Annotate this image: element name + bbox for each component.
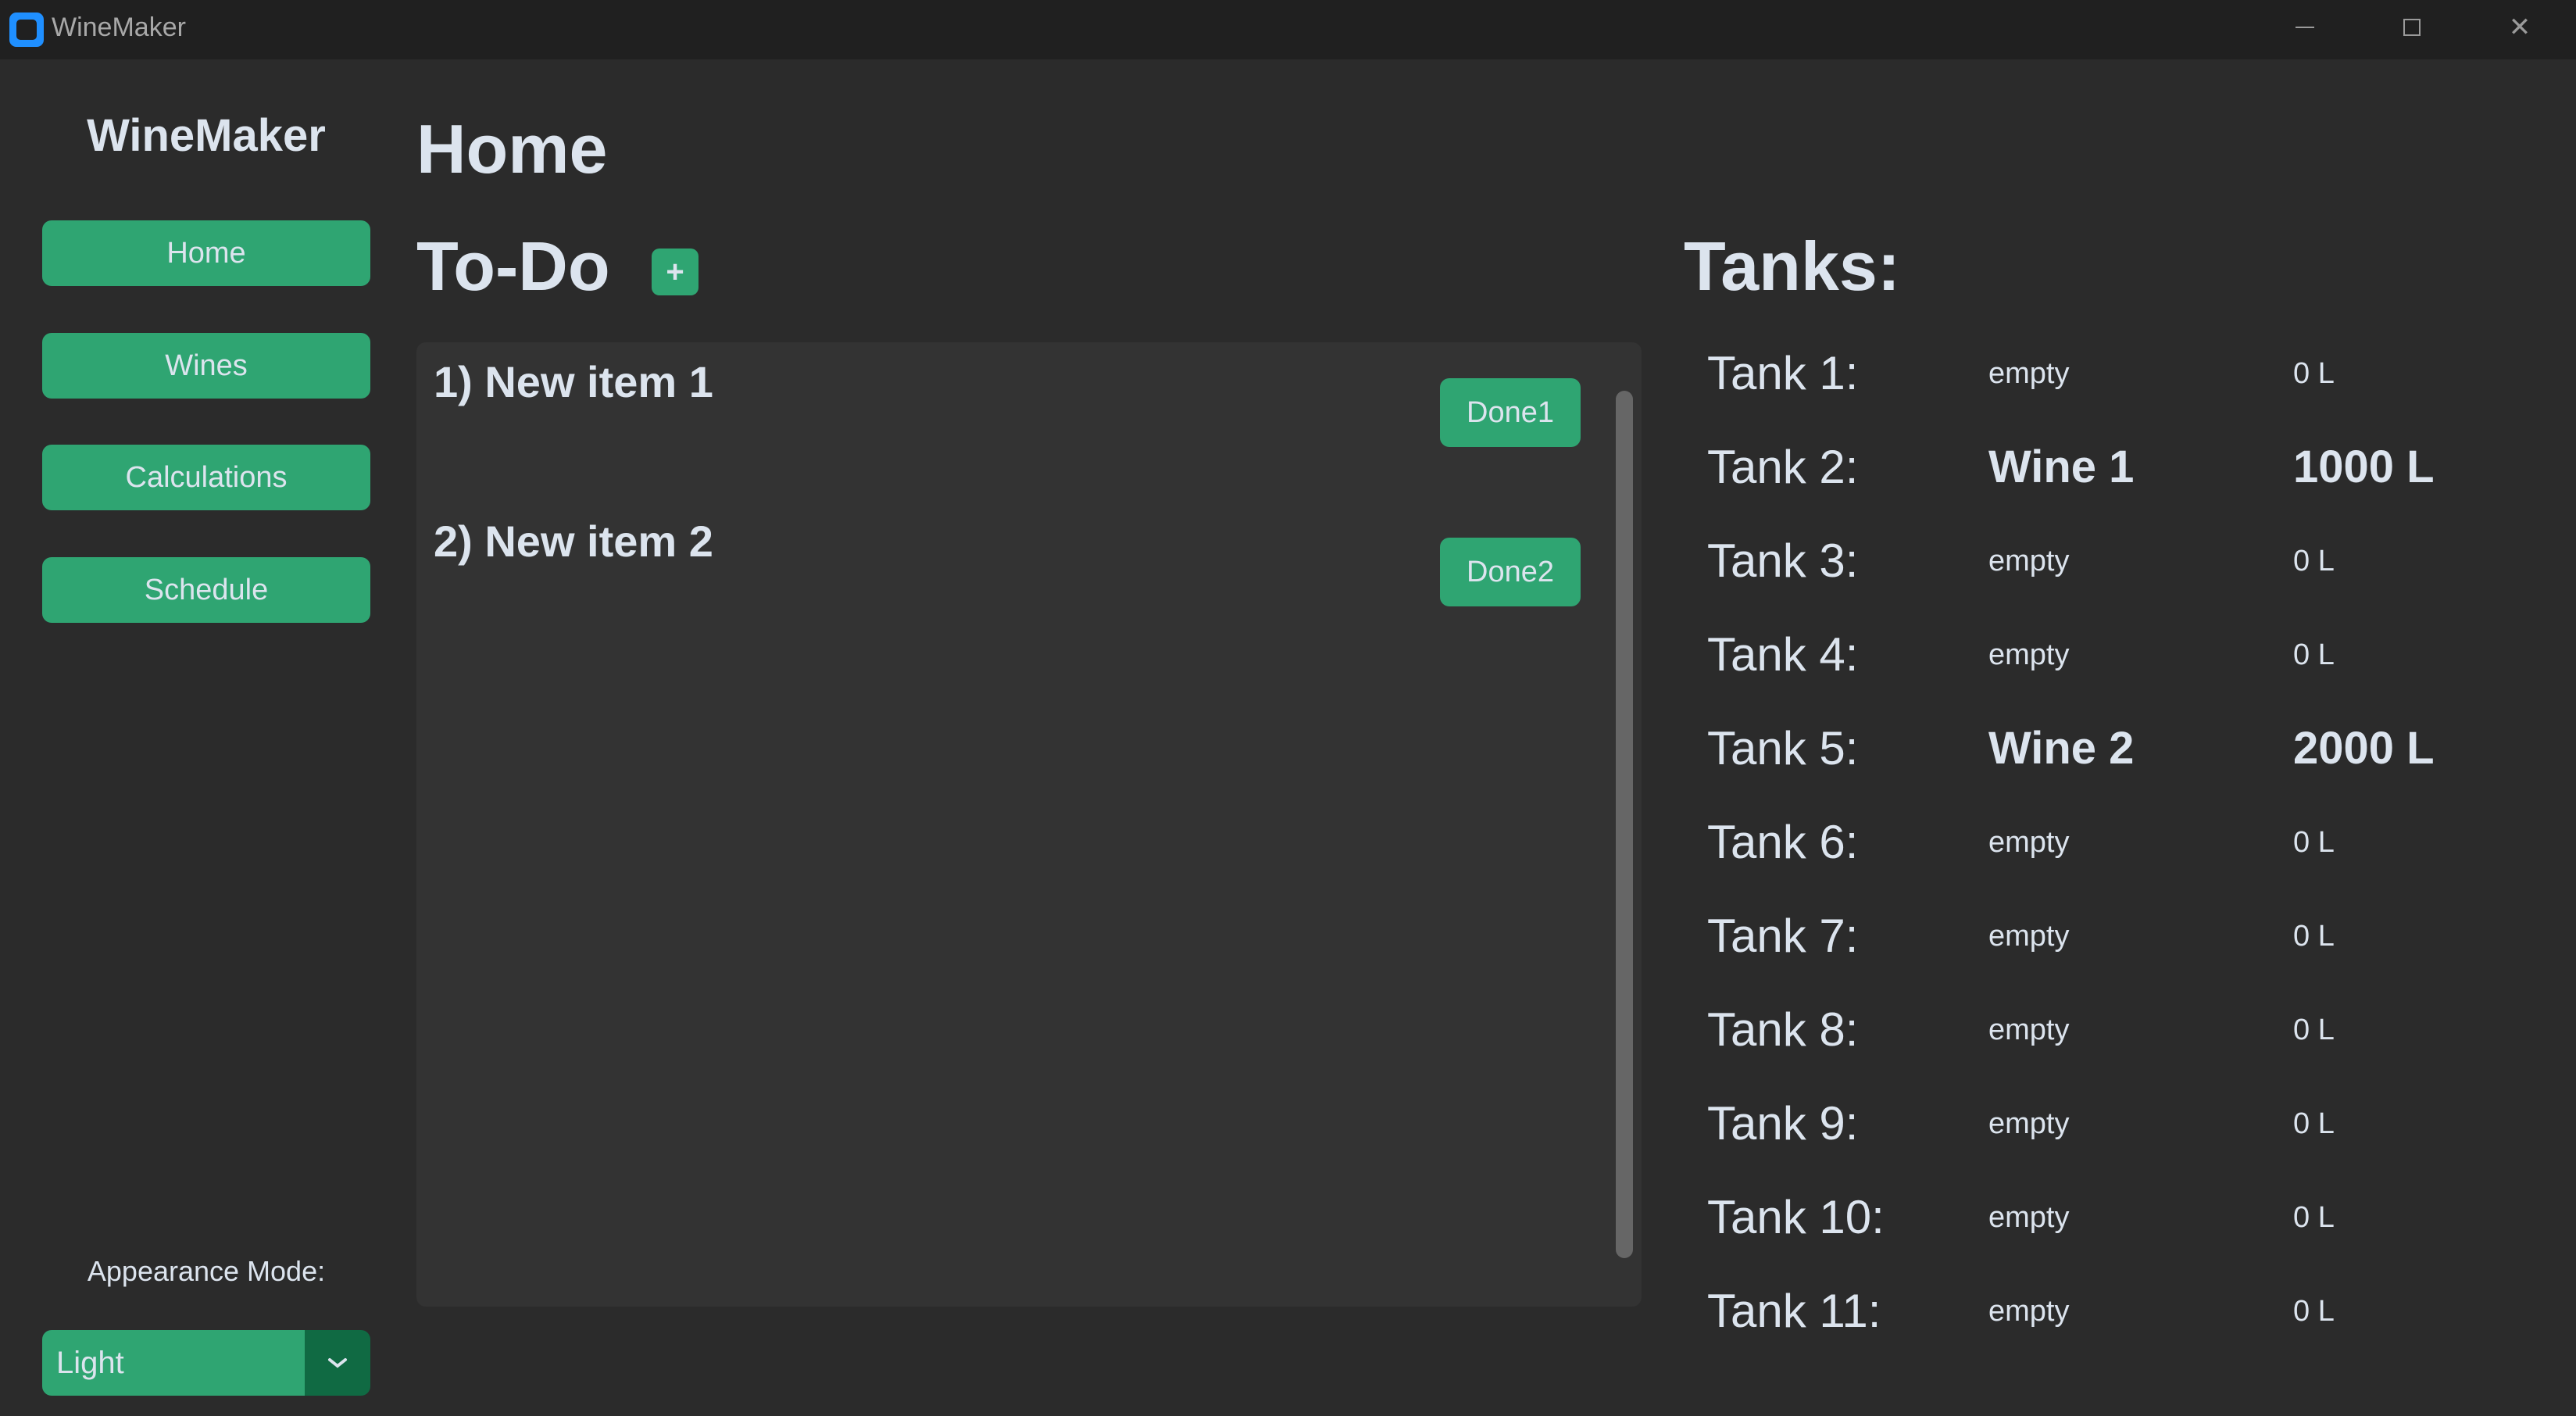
- tank-content: empty: [1988, 1107, 2070, 1140]
- tank-content: empty: [1988, 545, 2070, 577]
- tank-row: Tank 5: Wine 2 2000 L: [1707, 710, 2567, 788]
- tank-volume: 0 L: [2293, 357, 2335, 390]
- tank-name: Tank 4:: [1707, 628, 1859, 681]
- maximize-icon[interactable]: [2373, 0, 2451, 55]
- tank-volume: 0 L: [2293, 1107, 2335, 1140]
- tank-volume: 0 L: [2293, 920, 2335, 953]
- tank-content: empty: [1988, 1014, 2070, 1046]
- tank-volume: 0 L: [2293, 1201, 2335, 1234]
- app-icon: [9, 13, 44, 47]
- tank-name: Tank 3:: [1707, 535, 1859, 587]
- todo-item-text: 2) New item 2: [434, 517, 713, 566]
- appearance-mode-value[interactable]: Light: [42, 1330, 305, 1396]
- appearance-mode-label: Appearance Mode:: [87, 1255, 326, 1287]
- appearance-mode-select[interactable]: Light: [42, 1330, 370, 1396]
- tank-content: empty: [1988, 1295, 2070, 1328]
- tank-name: Tank 10:: [1707, 1191, 1885, 1243]
- minimize-icon[interactable]: [2266, 0, 2344, 55]
- tank-content: Wine 1: [1988, 442, 2135, 492]
- tank-row: Tank 7: empty 0 L: [1707, 897, 2567, 975]
- tank-volume: 1000 L: [2293, 442, 2435, 492]
- tank-row: Tank 10: empty 0 L: [1707, 1178, 2567, 1257]
- tank-content: empty: [1988, 920, 2070, 953]
- tank-volume: 0 L: [2293, 1014, 2335, 1046]
- nav-calculations-button[interactable]: Calculations: [42, 445, 370, 510]
- tank-row: Tank 1: empty 0 L: [1707, 334, 2567, 413]
- done-button-2[interactable]: Done2: [1440, 538, 1581, 606]
- todo-list: 1) New item 1 Done1 2) New item 2 Done2: [416, 342, 1642, 1307]
- tank-content: empty: [1988, 1201, 2070, 1234]
- page-title: Home: [416, 110, 608, 188]
- nav-wines-button[interactable]: Wines: [42, 333, 370, 399]
- todo-scrollbar[interactable]: [1616, 391, 1633, 1258]
- add-todo-button[interactable]: +: [652, 249, 698, 295]
- tank-name: Tank 1:: [1707, 347, 1859, 399]
- tank-row: Tank 3: empty 0 L: [1707, 522, 2567, 600]
- tank-name: Tank 7:: [1707, 910, 1859, 962]
- tank-content: empty: [1988, 638, 2070, 671]
- tank-volume: 2000 L: [2293, 723, 2435, 774]
- tank-name: Tank 9:: [1707, 1097, 1859, 1150]
- tank-volume: 0 L: [2293, 638, 2335, 671]
- tank-name: Tank 6:: [1707, 816, 1859, 868]
- tank-row: Tank 6: empty 0 L: [1707, 803, 2567, 881]
- window-title: WineMaker: [52, 13, 186, 42]
- tank-volume: 0 L: [2293, 1295, 2335, 1328]
- tanks-heading: Tanks:: [1684, 227, 1901, 305]
- nav-home-button[interactable]: Home: [42, 220, 370, 286]
- tank-content: empty: [1988, 826, 2070, 859]
- tank-row: Tank 8: empty 0 L: [1707, 991, 2567, 1069]
- tank-name: Tank 2:: [1707, 441, 1859, 493]
- sidebar-title: WineMaker: [87, 110, 326, 161]
- tank-name: Tank 8:: [1707, 1003, 1859, 1056]
- chevron-down-icon[interactable]: [305, 1330, 370, 1396]
- done-button-1[interactable]: Done1: [1440, 378, 1581, 447]
- title-bar: WineMaker ✕: [0, 0, 2576, 59]
- todo-heading: To-Do: [416, 227, 610, 305]
- tank-name: Tank 11:: [1707, 1285, 1881, 1337]
- tank-row: Tank 11: empty 0 L: [1707, 1272, 2567, 1350]
- tank-name: Tank 5:: [1707, 722, 1859, 774]
- close-icon[interactable]: ✕: [2481, 0, 2559, 55]
- tank-volume: 0 L: [2293, 545, 2335, 577]
- tank-content: empty: [1988, 357, 2070, 390]
- tank-volume: 0 L: [2293, 826, 2335, 859]
- todo-item-text: 1) New item 1: [434, 357, 713, 406]
- tank-row: Tank 4: empty 0 L: [1707, 616, 2567, 694]
- tank-row: Tank 9: empty 0 L: [1707, 1085, 2567, 1163]
- nav-schedule-button[interactable]: Schedule: [42, 557, 370, 623]
- tank-content: Wine 2: [1988, 723, 2135, 774]
- tank-row: Tank 2: Wine 1 1000 L: [1707, 428, 2567, 506]
